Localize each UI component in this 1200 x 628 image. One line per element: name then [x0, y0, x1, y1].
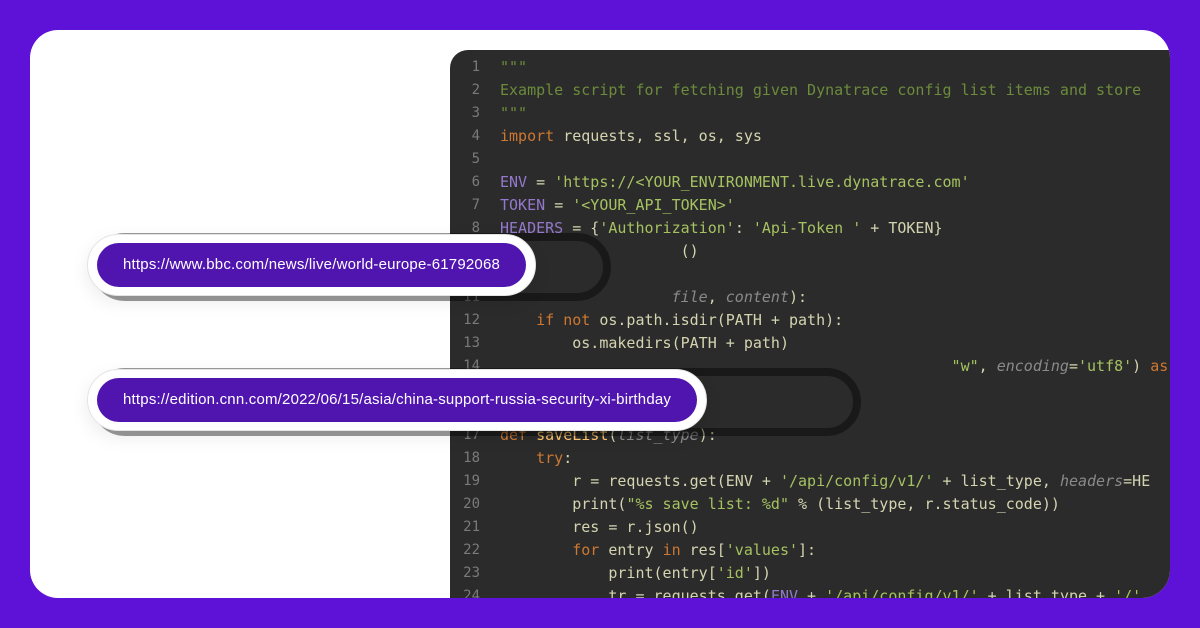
code-line: HEADERS = {'Authorization': 'Api-Token '… — [500, 217, 1170, 240]
line-number: 12 — [450, 309, 490, 332]
code-line: os.makedirs(PATH + path) — [500, 332, 1170, 355]
code-line: () — [500, 240, 1170, 263]
line-number: 23 — [450, 562, 490, 585]
line-number: 13 — [450, 332, 490, 355]
url-pill-bbc[interactable]: https://www.bbc.com/news/live/world-euro… — [97, 243, 526, 287]
url-pill-container: https://www.bbc.com/news/live/world-euro… — [87, 234, 536, 296]
code-line: try: — [500, 447, 1170, 470]
code-editor: 123456789101112131415161718192021222324 … — [450, 50, 1170, 598]
code-line: ENV = 'https://<YOUR_ENVIRONMENT.live.dy… — [500, 171, 1170, 194]
code-line: file, content): — [500, 286, 1170, 309]
url-text: https://edition.cnn.com/2022/06/15/asia/… — [123, 391, 671, 408]
line-number-gutter: 123456789101112131415161718192021222324 — [450, 56, 490, 598]
code-line: print(entry['id']) — [500, 562, 1170, 585]
code-line: res = r.json() — [500, 516, 1170, 539]
url-pill-cnn[interactable]: https://edition.cnn.com/2022/06/15/asia/… — [97, 378, 697, 422]
line-number: 20 — [450, 493, 490, 516]
code-line: import requests, ssl, os, sys — [500, 125, 1170, 148]
line-number: 4 — [450, 125, 490, 148]
code-line: """ — [500, 102, 1170, 125]
line-number: 24 — [450, 585, 490, 598]
code-line: TOKEN = '<YOUR_API_TOKEN>' — [500, 194, 1170, 217]
code-line — [500, 148, 1170, 171]
line-number: 22 — [450, 539, 490, 562]
url-pill-container: https://edition.cnn.com/2022/06/15/asia/… — [87, 369, 707, 431]
line-number: 5 — [450, 148, 490, 171]
code-line: r = requests.get(ENV + '/api/config/v1/'… — [500, 470, 1170, 493]
code-line: if not os.path.isdir(PATH + path): — [500, 309, 1170, 332]
code-line: Example script for fetching given Dynatr… — [500, 79, 1170, 102]
line-number: 18 — [450, 447, 490, 470]
content-card: 123456789101112131415161718192021222324 … — [30, 30, 1170, 598]
line-number: 2 — [450, 79, 490, 102]
line-number: 3 — [450, 102, 490, 125]
code-body: """Example script for fetching given Dyn… — [500, 56, 1170, 598]
code-line: tr = requests.get(ENV + '/api/config/v1/… — [500, 585, 1170, 598]
code-line: """ — [500, 56, 1170, 79]
code-line: for entry in res['values']: — [500, 539, 1170, 562]
code-line: print("%s save list: %d" % (list_type, r… — [500, 493, 1170, 516]
line-number: 7 — [450, 194, 490, 217]
url-text: https://www.bbc.com/news/live/world-euro… — [123, 256, 500, 273]
line-number: 21 — [450, 516, 490, 539]
line-number: 1 — [450, 56, 490, 79]
line-number: 6 — [450, 171, 490, 194]
code-line — [500, 263, 1170, 286]
line-number: 19 — [450, 470, 490, 493]
